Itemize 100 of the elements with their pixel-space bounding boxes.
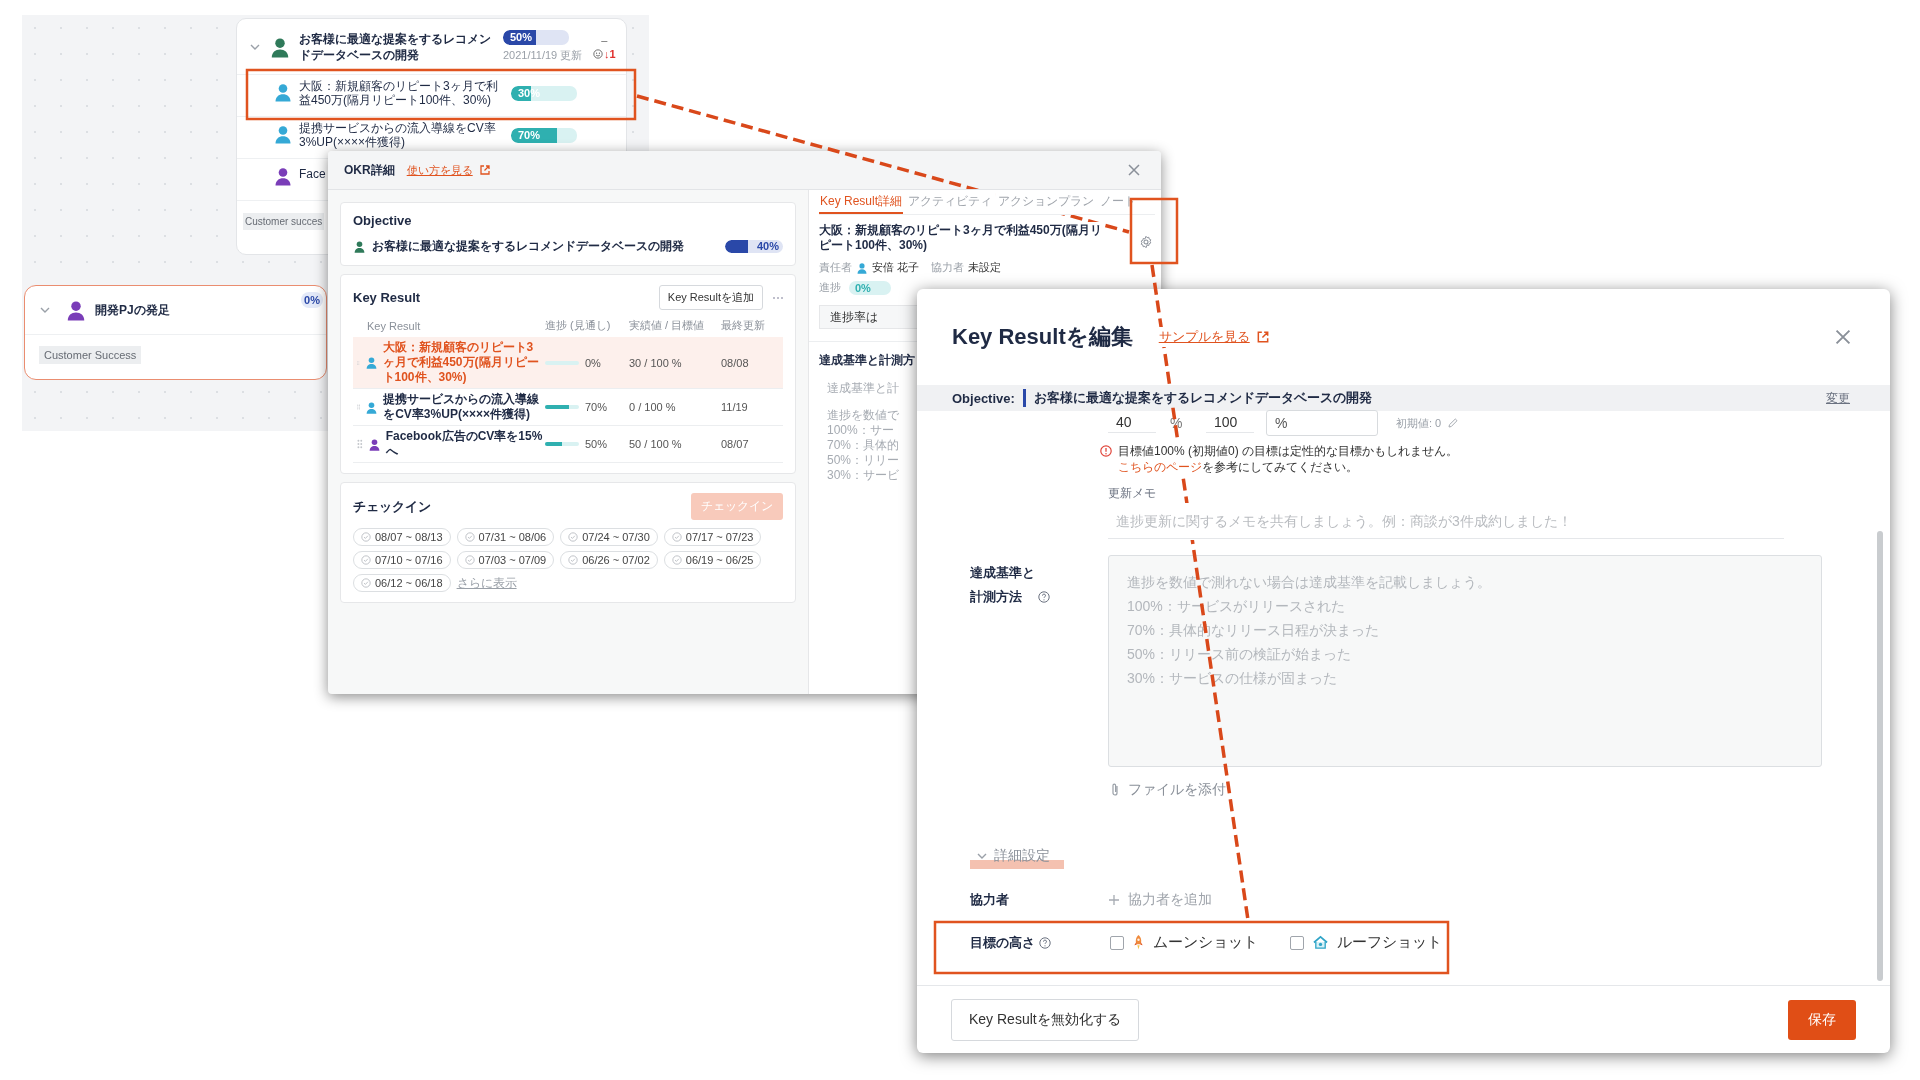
progress-label: 進捗 (819, 280, 841, 295)
section-heading: チェックイン (353, 497, 431, 516)
last-updated-date: 08/07 (721, 438, 750, 450)
actual-target-value: 50 / 100 % (629, 438, 683, 450)
check-circle-icon (361, 555, 371, 565)
progress-value: 50% (585, 438, 608, 450)
week-chip[interactable]: 06/26 ~ 07/02 (560, 551, 658, 569)
key-result-row[interactable]: 大阪：新規顧客のリピート3ヶ月で利益450万(隔月リピート100件、30%) 0% 30 / 100 % 08/08 (353, 337, 783, 389)
key-result-title[interactable]: Face (299, 167, 326, 181)
progress-label: 50% (510, 30, 533, 45)
pencil-icon[interactable] (1447, 417, 1460, 429)
check-circle-icon (464, 532, 475, 542)
initial-value-text: 初期値: 0 (1396, 415, 1442, 431)
week-chip[interactable]: 07/10 ~ 07/16 (353, 551, 451, 569)
key-result-row[interactable]: Facebook広告のCV率を15%へ 50% 50 / 100 % 08/07 (353, 426, 783, 463)
change-link[interactable]: 変更 (1826, 389, 1850, 407)
section-heading: 達成基準と計測方 (819, 352, 915, 369)
checkbox[interactable] (1110, 935, 1124, 950)
key-result-title: 大阪：新規顧客のリピート3ヶ月で利益450万(隔月リピート100件、30%) (819, 223, 1103, 253)
collaborator-name: 未設定 (968, 260, 1002, 275)
help-link[interactable]: 使い方を見る (406, 162, 473, 178)
collaborator-label: 協力者 (931, 260, 965, 275)
check-circle-icon (568, 532, 579, 542)
key-result-title[interactable]: 提携サービスからの流入導線をCV率3%UP(××××件獲得) (299, 121, 499, 149)
check-circle-icon (361, 532, 371, 542)
tab[interactable]: Key Result詳細 (819, 190, 904, 214)
external-link-icon[interactable] (1255, 330, 1270, 344)
progress-label: 40% (756, 240, 779, 253)
objective-label: Objective: (952, 390, 1015, 406)
actual-target-value: 0 / 100 % (629, 401, 677, 413)
last-updated-date: 08/08 (721, 356, 750, 369)
notice-text: 進捗率は (830, 308, 878, 326)
close-icon[interactable] (1127, 163, 1141, 177)
window-title: OKR詳細 (344, 161, 395, 179)
objective-title[interactable]: お客様に最適な提案をするレコメンドデータベースの開発 (299, 30, 495, 63)
section-heading: Key Result (353, 290, 421, 305)
help-icon[interactable] (1039, 936, 1051, 949)
plus-icon (1108, 894, 1120, 906)
warning-icon (1100, 445, 1112, 457)
disable-button[interactable]: Key Resultを無効化する (951, 998, 1139, 1041)
progress-badge: 0% (301, 292, 323, 308)
save-button[interactable]: 保存 (1788, 999, 1856, 1040)
external-link-icon[interactable] (478, 164, 491, 176)
checkbox[interactable] (1290, 935, 1304, 950)
key-result-row[interactable]: 提携サービスからの流入導線をCV率3%UP(××××件獲得) 70% 0 / 100 % 11/19 (353, 389, 783, 426)
paperclip-icon (1110, 782, 1120, 798)
week-chip[interactable]: 07/03 ~ 07/09 (456, 551, 555, 569)
progress-value: 70% (585, 401, 608, 413)
section-heading: Objective (353, 213, 413, 228)
criteria-text: 100%：サー (827, 423, 894, 438)
week-chip[interactable]: 07/17 ~ 07/23 (663, 528, 762, 546)
field-label: 目標の高さ (970, 933, 1035, 952)
progress-label: 70% (518, 128, 541, 143)
field-label: 更新メモ (1108, 485, 1157, 502)
criteria-text: 達成基準と計 (827, 381, 899, 396)
criteria-text: 進捗を数値で (827, 408, 899, 423)
alert-count: ↓1 (604, 47, 616, 60)
sample-link[interactable]: サンプルを見る (1158, 328, 1250, 346)
add-key-result-button[interactable]: Key Resultを追加 (658, 285, 763, 310)
field-label: 協力者 (970, 891, 1010, 909)
column-header: 最終更新 (721, 318, 766, 333)
progress-value: 0% (585, 356, 601, 369)
help-icon[interactable] (1038, 591, 1050, 603)
owner-name: 安倍 花子 (872, 260, 920, 275)
column-header: 進捗 (見通し) (545, 318, 612, 333)
scrollbar-thumb[interactable] (1877, 531, 1883, 981)
reference-link[interactable]: こちらのページ (1118, 460, 1202, 474)
column-header: 実績値 / 目標値 (629, 318, 706, 333)
week-chip[interactable]: 06/12 ~ 06/18 (353, 574, 451, 592)
objective-title: お客様に最適な提案をするレコメンドデータベースの開発 (1033, 389, 1372, 407)
criteria-text: 30%：サービ (827, 468, 900, 483)
updated-date: 2021/11/19 更新 (503, 48, 584, 63)
tag-label: Customer Success (39, 346, 142, 364)
smiley-icon (593, 48, 603, 59)
accent-bar (1022, 389, 1026, 407)
rocket-icon (1132, 934, 1145, 951)
unit-field[interactable]: % (1266, 410, 1378, 436)
dash-text: – (601, 33, 608, 46)
check-circle-icon (464, 555, 475, 565)
option-label[interactable]: ルーフショット (1337, 933, 1442, 952)
criteria-text: 50%：リリー (827, 453, 900, 468)
objective-title[interactable]: 開発PJの発足 (95, 301, 170, 319)
dialog-title: Key Resultを編集 (952, 323, 1133, 351)
check-circle-icon (671, 555, 682, 565)
option-label[interactable]: ムーンショット (1153, 933, 1258, 952)
week-chip[interactable]: 07/24 ~ 07/30 (560, 528, 658, 546)
house-icon (1312, 935, 1329, 950)
actual-target-value: 30 / 100 % (629, 356, 683, 369)
week-chip[interactable]: 08/07 ~ 08/13 (353, 528, 451, 546)
drag-handle-icon[interactable] (357, 439, 363, 449)
criteria-text: 70%：具体的 (827, 438, 900, 453)
key-result-title[interactable]: 大阪：新規顧客のリピート3ヶ月で利益450万(隔月リピート100件、30%) (299, 79, 499, 107)
settings-icon[interactable] (1139, 235, 1153, 249)
key-result-title: Facebook広告のCV率を15%へ (385, 429, 544, 459)
week-chip[interactable]: 07/31 ~ 08/06 (456, 528, 555, 546)
column-header: Key Result (366, 319, 422, 332)
owner-label: 責任者 (819, 260, 852, 275)
week-chip[interactable]: 06/19 ~ 06/25 (663, 551, 762, 569)
warning-hint: こちらのページを参考にしてみてください。 (1118, 459, 1359, 475)
close-icon[interactable] (1834, 328, 1852, 346)
